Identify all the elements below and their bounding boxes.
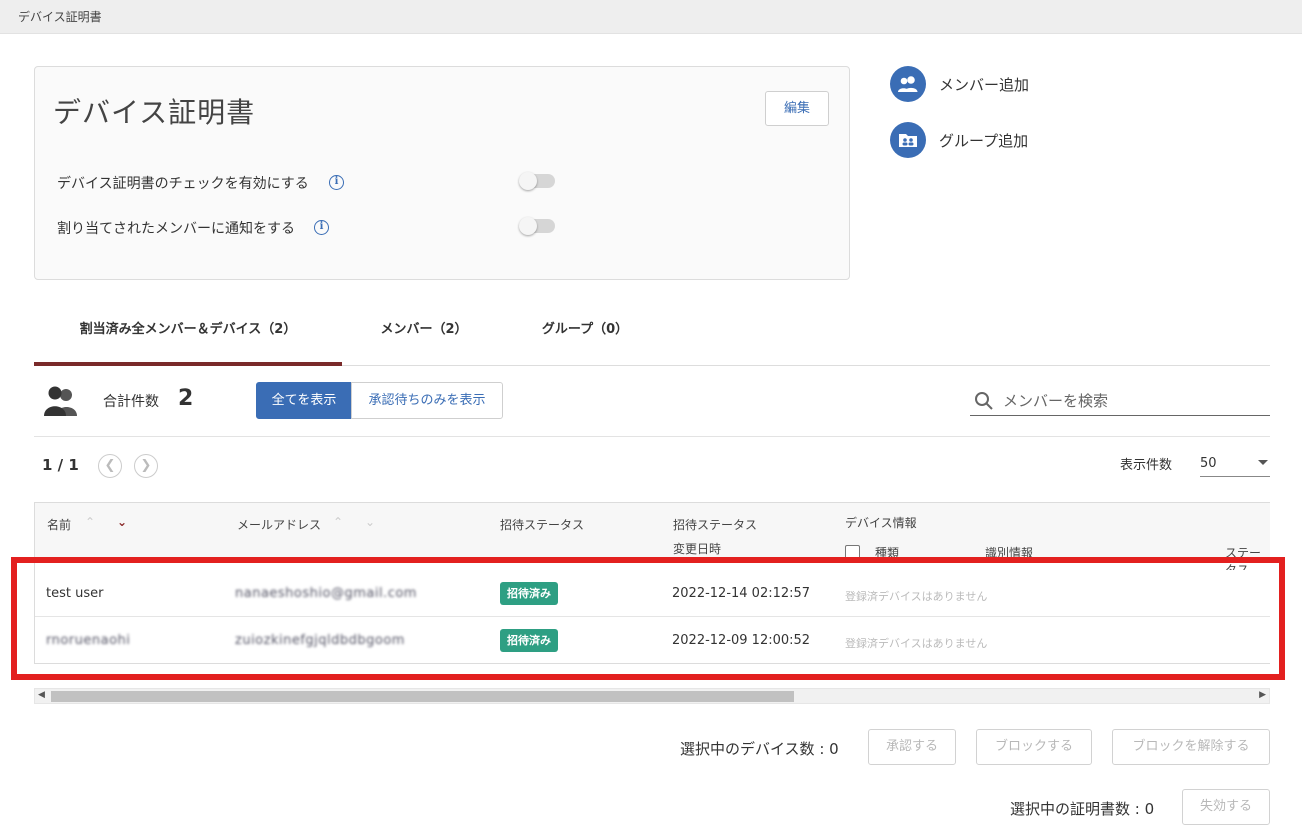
column-invite-status: 招待ステータス	[500, 518, 585, 532]
highlight-box	[11, 557, 1285, 680]
toggle-notify[interactable]	[519, 217, 555, 235]
total-count-value: 2	[178, 386, 194, 411]
tab-groups[interactable]: グループ（0）	[530, 310, 640, 366]
info-icon[interactable]: i	[314, 220, 329, 235]
add-member-action[interactable]: メンバー追加	[890, 66, 1029, 102]
per-page-select[interactable]: 50	[1200, 450, 1270, 477]
sort-desc-icon[interactable]: ⌄	[117, 515, 127, 529]
add-member-icon	[890, 66, 926, 102]
search-icon	[975, 392, 993, 410]
revoke-button[interactable]: 失効する	[1182, 789, 1270, 825]
divider	[34, 436, 1270, 437]
edit-button[interactable]: 編集	[765, 91, 829, 126]
top-bar: デバイス証明書	[0, 0, 1302, 34]
add-group-label: グループ追加	[939, 131, 1029, 150]
per-page-label: 表示件数	[1120, 458, 1173, 473]
search-placeholder: メンバーを検索	[1003, 392, 1109, 410]
sort-asc-icon[interactable]: ⌃	[85, 515, 95, 529]
tab-members[interactable]: メンバー（2）	[364, 310, 484, 366]
horizontal-scrollbar[interactable]: ◀ ▶	[34, 688, 1270, 704]
member-search-input[interactable]: メンバーを検索	[970, 386, 1270, 416]
scroll-right-icon[interactable]: ▶	[1259, 690, 1266, 700]
add-group-icon	[890, 122, 926, 158]
setting-label-notify: 割り当てされたメンバーに通知をする	[57, 221, 295, 237]
toggle-check-enabled[interactable]	[519, 172, 555, 190]
scroll-left-icon[interactable]: ◀	[38, 690, 45, 700]
certificate-card: デバイス証明書 編集 デバイス証明書のチェックを有効にする i 割り当てされたメ…	[34, 66, 850, 280]
selected-certs-label: 選択中の証明書数 : 0	[1010, 800, 1155, 818]
info-icon[interactable]: i	[329, 175, 344, 190]
tab-bar: 割当済み全メンバー＆デバイス（2） メンバー（2） グループ（0）	[34, 310, 1270, 366]
page-title: デバイス証明書	[53, 96, 256, 129]
table-header: 名前 ⌃ ⌄ メールアドレス ⌃ ⌄ 招待ステータス 招待ステータス 変更日時 …	[35, 503, 1270, 577]
column-status-changed: 招待ステータス	[673, 518, 758, 532]
scrollbar-thumb[interactable]	[51, 691, 794, 702]
sort-asc-icon[interactable]: ⌃	[333, 515, 343, 529]
column-device-info: デバイス情報	[845, 516, 917, 530]
block-button[interactable]: ブロックする	[976, 729, 1092, 765]
selected-devices-label: 選択中のデバイス数 : 0	[680, 740, 839, 758]
prev-page-button[interactable]: ❮	[98, 454, 122, 478]
next-page-button[interactable]: ❯	[134, 454, 158, 478]
per-page-value: 50	[1200, 456, 1217, 471]
people-icon	[44, 384, 78, 422]
add-member-label: メンバー追加	[939, 75, 1030, 94]
unblock-button[interactable]: ブロックを解除する	[1112, 729, 1270, 765]
chevron-down-icon	[1258, 460, 1268, 465]
setting-label-check: デバイス証明書のチェックを有効にする	[57, 176, 309, 192]
column-status-changed-sub: 変更日時	[673, 542, 722, 556]
tab-all-members-devices[interactable]: 割当済み全メンバー＆デバイス（2）	[34, 310, 342, 366]
sort-desc-icon[interactable]: ⌄	[365, 515, 375, 529]
approve-button[interactable]: 承認する	[868, 729, 956, 765]
filter-pending-button[interactable]: 承認待ちのみを表示	[351, 382, 503, 419]
add-group-action[interactable]: グループ追加	[890, 122, 1028, 158]
total-count-label: 合計件数	[103, 394, 159, 410]
column-name[interactable]: 名前	[47, 516, 71, 533]
filter-all-button[interactable]: 全てを表示	[256, 382, 352, 419]
breadcrumb: デバイス証明書	[18, 10, 102, 24]
page-indicator: 1 / 1	[42, 456, 79, 474]
column-email[interactable]: メールアドレス	[237, 516, 321, 533]
